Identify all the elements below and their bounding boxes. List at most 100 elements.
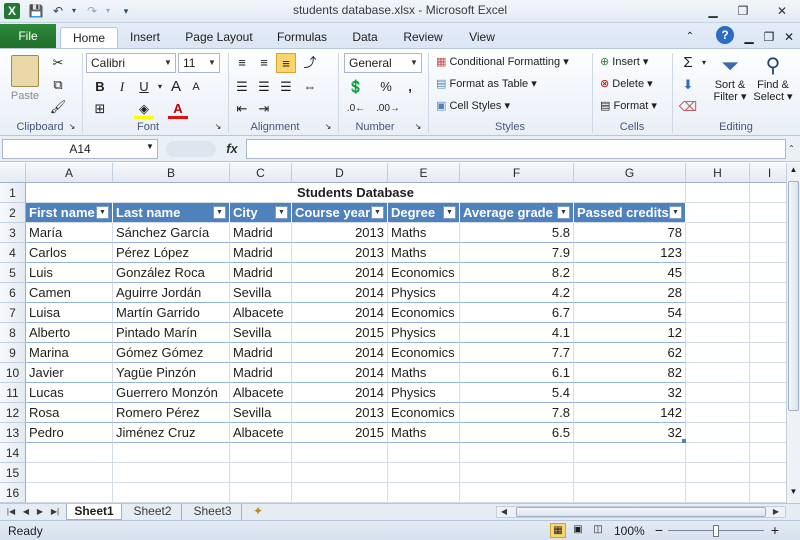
table-cell[interactable]: 6.5 xyxy=(460,423,574,443)
scroll-up-icon[interactable]: ▲ xyxy=(788,165,799,179)
grid-cell[interactable] xyxy=(750,283,786,303)
tab-page-layout[interactable]: Page Layout xyxy=(178,27,260,48)
table-cell[interactable]: 12 xyxy=(574,323,686,343)
table-cell[interactable]: 142 xyxy=(574,403,686,423)
column-header[interactable]: A xyxy=(26,163,113,183)
table-cell[interactable]: Jiménez Cruz xyxy=(113,423,230,443)
row-header[interactable]: 6 xyxy=(0,283,26,303)
normal-view-icon[interactable]: ▦ xyxy=(550,523,566,538)
cut-icon[interactable]: ✂ xyxy=(48,53,68,73)
table-cell[interactable]: 123 xyxy=(574,243,686,263)
column-header[interactable]: B xyxy=(113,163,230,183)
table-header-cell[interactable]: Course year ▼ xyxy=(292,203,388,223)
table-cell[interactable]: Gómez Gómez xyxy=(113,343,230,363)
table-cell[interactable]: 45 xyxy=(574,263,686,283)
table-cell[interactable]: Carlos xyxy=(26,243,113,263)
column-header[interactable]: I xyxy=(750,163,786,183)
name-box[interactable]: A14 xyxy=(2,139,158,159)
row-header[interactable]: 7 xyxy=(0,303,26,323)
table-cell[interactable]: Yagüe Pinzón xyxy=(113,363,230,383)
page-layout-view-icon[interactable]: ▣ xyxy=(570,523,586,538)
grid-cell[interactable] xyxy=(686,483,750,503)
row-header[interactable]: 5 xyxy=(0,263,26,283)
row-header[interactable]: 9 xyxy=(0,343,26,363)
grid-cell[interactable] xyxy=(750,443,786,463)
row-header[interactable]: 10 xyxy=(0,363,26,383)
zoom-in-button[interactable]: + xyxy=(768,522,782,538)
clear-icon[interactable]: ⌫ xyxy=(678,97,698,117)
table-cell[interactable]: 78 xyxy=(574,223,686,243)
zoom-slider-thumb[interactable] xyxy=(713,525,719,537)
sheet-title[interactable]: Students Database xyxy=(26,183,686,203)
table-cell[interactable]: 2014 xyxy=(292,343,388,363)
scroll-right-icon[interactable]: ▶ xyxy=(770,504,782,520)
grid-cell[interactable] xyxy=(750,243,786,263)
table-cell[interactable]: Sevilla xyxy=(230,283,292,303)
grid-cell[interactable] xyxy=(686,203,750,223)
table-cell[interactable]: Luis xyxy=(26,263,113,283)
grid-cell[interactable] xyxy=(574,443,686,463)
table-cell[interactable]: Javier xyxy=(26,363,113,383)
grid-cell[interactable] xyxy=(750,183,786,203)
insert-cells-button[interactable]: ⊕ Insert ▾ xyxy=(600,55,648,68)
increase-indent-icon[interactable]: ⇥ xyxy=(254,99,274,119)
format-painter-icon[interactable]: 🖌 xyxy=(48,97,68,117)
align-right-icon[interactable]: ☰ xyxy=(276,77,296,97)
table-cell[interactable]: 54 xyxy=(574,303,686,323)
table-cell[interactable]: Maths xyxy=(388,223,460,243)
table-cell[interactable]: 2013 xyxy=(292,223,388,243)
grid-cell[interactable] xyxy=(686,283,750,303)
table-cell[interactable]: Maths xyxy=(388,363,460,383)
grid-cell[interactable] xyxy=(750,483,786,503)
table-cell[interactable]: 8.2 xyxy=(460,263,574,283)
fill-color-icon[interactable]: ◈ xyxy=(134,99,154,119)
next-sheet-icon[interactable]: ▶ xyxy=(34,504,46,520)
decrease-indent-icon[interactable]: ⇤ xyxy=(232,99,252,119)
table-cell[interactable]: 2015 xyxy=(292,423,388,443)
grid-cell[interactable] xyxy=(113,443,230,463)
prev-sheet-icon[interactable]: ◀ xyxy=(20,504,32,520)
sheet-tab-1[interactable]: Sheet1 xyxy=(66,504,122,520)
grid-cell[interactable] xyxy=(230,483,292,503)
table-cell[interactable]: Sevilla xyxy=(230,323,292,343)
font-name-combo[interactable]: Calibri ▼ xyxy=(86,53,176,73)
filter-dropdown-icon[interactable]: ▼ xyxy=(557,206,570,219)
grid-cell[interactable] xyxy=(26,443,113,463)
window-close-icon[interactable]: ✕ xyxy=(780,27,798,48)
font-grow-icon[interactable]: A xyxy=(166,77,186,97)
grid-cell[interactable] xyxy=(388,463,460,483)
table-cell[interactable]: Madrid xyxy=(230,243,292,263)
column-header[interactable]: D xyxy=(292,163,388,183)
table-cell[interactable]: 32 xyxy=(574,383,686,403)
find-select-button[interactable]: ⚲ Find & Select ▾ xyxy=(752,53,794,103)
table-cell[interactable]: Luisa xyxy=(26,303,113,323)
table-cell[interactable]: Albacete xyxy=(230,303,292,323)
table-cell[interactable]: 2013 xyxy=(292,243,388,263)
table-cell[interactable]: Physics xyxy=(388,283,460,303)
expand-formula-bar-icon[interactable]: ⌃ xyxy=(788,144,795,153)
table-cell[interactable]: Economics xyxy=(388,263,460,283)
grid-cell[interactable] xyxy=(750,203,786,223)
table-cell[interactable]: Lucas xyxy=(26,383,113,403)
table-cell[interactable]: 2014 xyxy=(292,303,388,323)
column-header[interactable]: C xyxy=(230,163,292,183)
last-sheet-icon[interactable]: ▶| xyxy=(48,504,62,520)
grid-cell[interactable] xyxy=(686,183,750,203)
table-cell[interactable]: 6.7 xyxy=(460,303,574,323)
table-cell[interactable]: Alberto xyxy=(26,323,113,343)
currency-icon[interactable]: 💲 xyxy=(346,77,366,97)
grid-cell[interactable] xyxy=(574,483,686,503)
grid-cell[interactable] xyxy=(230,463,292,483)
insert-function-icon[interactable]: fx xyxy=(222,139,242,159)
table-cell[interactable]: 5.8 xyxy=(460,223,574,243)
grid-cell[interactable] xyxy=(686,223,750,243)
grid-cell[interactable] xyxy=(750,323,786,343)
grid-cell[interactable] xyxy=(750,343,786,363)
window-restore-icon[interactable]: ❐ xyxy=(760,27,778,48)
bold-button[interactable]: B xyxy=(90,77,110,97)
table-cell[interactable]: Pintado Marín xyxy=(113,323,230,343)
tab-view[interactable]: View xyxy=(460,27,504,48)
conditional-formatting-button[interactable]: ▦ Conditional Formatting ▾ xyxy=(436,55,569,68)
table-cell[interactable]: 7.7 xyxy=(460,343,574,363)
grid-cell[interactable] xyxy=(388,483,460,503)
